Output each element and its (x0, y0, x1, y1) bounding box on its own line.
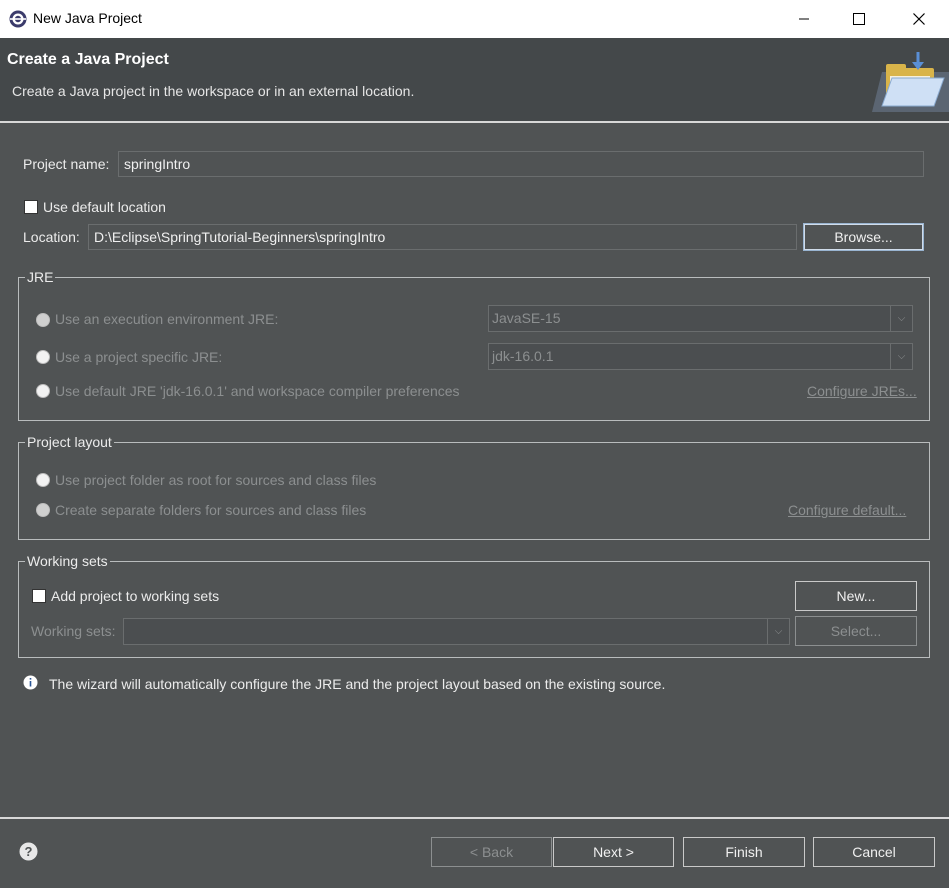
project-layout-group-title: Project layout (25, 434, 114, 450)
project-name-input[interactable]: springIntro (118, 151, 924, 177)
info-icon (23, 675, 38, 690)
execution-env-value: JavaSE-15 (492, 310, 561, 326)
maximize-icon (853, 13, 865, 25)
add-to-working-sets-label[interactable]: Add project to working sets (51, 588, 219, 604)
chevron-down-icon: ⌵ (767, 619, 789, 644)
header-separator (0, 121, 949, 123)
configure-jres-link[interactable]: Configure JREs... (807, 383, 917, 399)
jre-execution-env-label: Use an execution environment JRE: (55, 311, 279, 327)
chevron-down-icon: ⌵ (890, 344, 912, 369)
close-button[interactable] (896, 0, 942, 38)
page-description: Create a Java project in the workspace o… (12, 83, 415, 99)
use-default-location-checkbox[interactable] (24, 200, 38, 214)
use-default-location-label[interactable]: Use default location (43, 199, 166, 215)
minimize-button[interactable] (781, 0, 827, 38)
layout-root-folder-label: Use project folder as root for sources a… (55, 472, 377, 488)
window-title: New Java Project (33, 10, 142, 26)
back-button[interactable]: < Back (431, 837, 552, 867)
browse-button[interactable]: Browse... (803, 223, 924, 251)
project-specific-jre-value: jdk-16.0.1 (492, 348, 554, 364)
chevron-down-icon: ⌵ (890, 306, 912, 331)
finish-button[interactable]: Finish (683, 837, 805, 867)
svg-text:?: ? (25, 844, 33, 859)
location-input[interactable]: D:\Eclipse\SpringTutorial-Beginners\spri… (88, 224, 797, 250)
working-sets-group-title: Working sets (25, 553, 110, 569)
jre-execution-env-radio[interactable] (36, 313, 50, 327)
page-title: Create a Java Project (7, 51, 169, 68)
select-working-sets-button[interactable]: Select... (795, 616, 917, 646)
minimize-icon (799, 18, 809, 20)
add-to-working-sets-checkbox[interactable] (32, 589, 46, 603)
layout-separate-folders-radio[interactable] (36, 503, 50, 517)
jre-default-label: Use default JRE 'jdk-16.0.1' and workspa… (55, 383, 460, 399)
project-layout-group (18, 442, 930, 540)
working-sets-combo[interactable]: ⌵ (123, 618, 790, 645)
eclipse-app-icon (9, 10, 27, 28)
help-icon[interactable]: ? (19, 842, 38, 861)
new-working-set-button[interactable]: New... (795, 581, 917, 611)
execution-env-combo[interactable]: JavaSE-15 ⌵ (488, 305, 913, 332)
title-bar: New Java Project (0, 0, 949, 38)
next-button[interactable]: Next > (553, 837, 674, 867)
cancel-button[interactable]: Cancel (813, 837, 935, 867)
jre-default-radio[interactable] (36, 384, 50, 398)
wizard-header: Create a Java Project Create a Java proj… (0, 38, 949, 122)
footer-separator (0, 817, 949, 819)
configure-default-link[interactable]: Configure default... (788, 502, 906, 518)
info-message: The wizard will automatically configure … (49, 676, 666, 692)
working-sets-label: Working sets: (31, 623, 116, 639)
location-label: Location: (23, 229, 80, 245)
maximize-button[interactable] (836, 0, 882, 38)
layout-separate-folders-label: Create separate folders for sources and … (55, 502, 367, 518)
jre-project-specific-radio[interactable] (36, 350, 50, 364)
project-name-label: Project name: (23, 156, 110, 172)
jre-project-specific-label: Use a project specific JRE: (55, 349, 223, 365)
close-icon (913, 13, 925, 25)
new-project-folder-icon (872, 52, 949, 112)
layout-root-folder-radio[interactable] (36, 473, 50, 487)
jre-group-title: JRE (25, 269, 56, 285)
project-specific-jre-combo[interactable]: jdk-16.0.1 ⌵ (488, 343, 913, 370)
